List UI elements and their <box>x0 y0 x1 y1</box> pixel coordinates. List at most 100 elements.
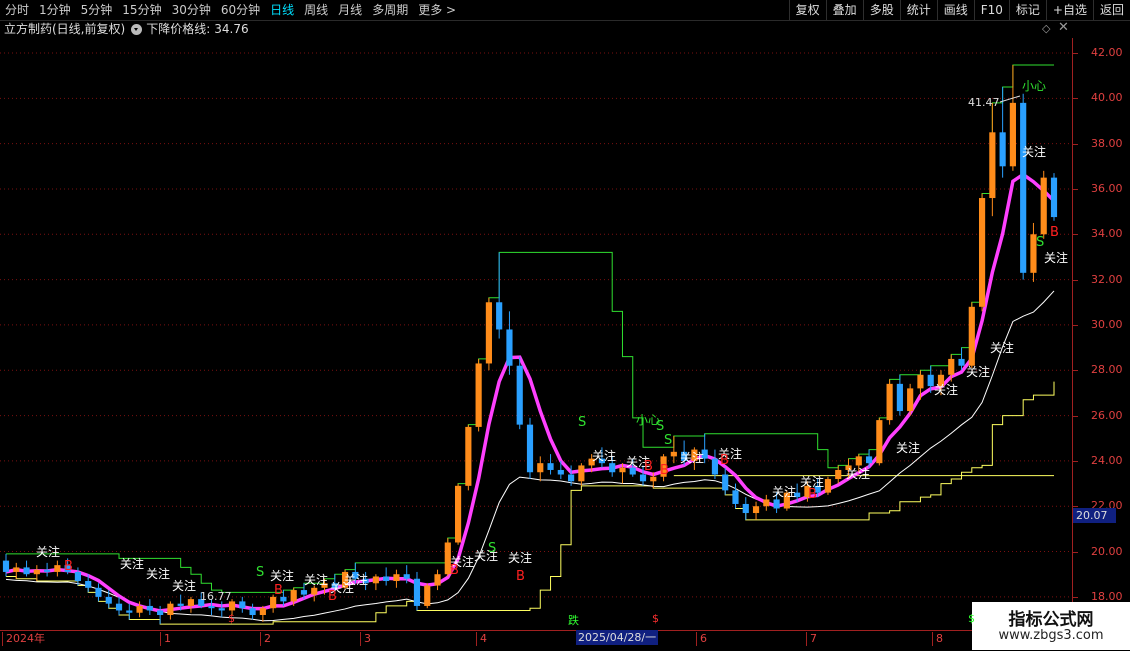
candle-body <box>1050 177 1058 218</box>
tool-button-8[interactable]: 返回 <box>1092 0 1130 20</box>
period-tab-8[interactable]: 月线 <box>333 0 367 20</box>
period-tab-3[interactable]: 15分钟 <box>117 0 166 20</box>
candle-body <box>763 499 770 507</box>
candle-body <box>95 587 102 597</box>
candle-body <box>865 456 873 464</box>
candle-body <box>434 574 441 586</box>
tool-button-5[interactable]: F10 <box>973 0 1009 20</box>
candle-body <box>968 306 975 366</box>
price-tick-mark <box>1073 188 1078 190</box>
period-tab-9[interactable]: 多周期 <box>367 0 413 20</box>
price-axis: 42.00 40.00 38.00 36.00 34.00 32.00 30.00 28.00… <box>1072 38 1130 630</box>
candle-body <box>290 590 297 602</box>
candle-body <box>44 569 51 572</box>
candle-body <box>146 605 153 611</box>
period-tab-7[interactable]: 周线 <box>299 0 333 20</box>
period-tab-1[interactable]: 1分钟 <box>34 0 76 20</box>
candle-body <box>177 603 184 606</box>
candle-body <box>33 569 40 575</box>
candle-body <box>259 608 266 615</box>
watch-label: 关注 <box>896 440 920 455</box>
candle-body <box>475 363 482 427</box>
candle-body <box>526 424 534 473</box>
candle-body <box>157 610 164 615</box>
watch-label: 关注 <box>966 364 990 379</box>
price-tick-mark <box>1073 98 1078 100</box>
dropdown-icon[interactable] <box>131 23 143 35</box>
candle-body <box>516 365 523 425</box>
candle-body <box>115 603 123 611</box>
candle-body <box>208 605 215 609</box>
price-tick-mark <box>1073 279 1078 281</box>
price-tick-label: 30.00 <box>1091 317 1123 331</box>
candle-body <box>886 383 893 421</box>
watermark-url: www.zbgs3.com <box>998 628 1104 643</box>
sell-signal: S <box>256 565 264 580</box>
period-tab-0[interactable]: 分时 <box>0 0 34 20</box>
watch-label: 关注 <box>1022 144 1046 159</box>
period-tab-5[interactable]: 60分钟 <box>216 0 265 20</box>
date-tick-label: 3 <box>360 632 371 646</box>
tool-button-6[interactable]: 标记 <box>1008 0 1046 20</box>
date-tick-label: 1 <box>160 632 171 646</box>
watch-label: 关注 <box>508 550 532 565</box>
diamond-icon[interactable]: ◇ <box>1042 22 1050 35</box>
indicator-label: 下降价格线: <box>146 22 211 36</box>
date-tick-label: 2024年 <box>2 632 45 646</box>
candle-body <box>413 578 421 606</box>
watch-label: 关注 <box>120 556 144 571</box>
watch-label: 关注 <box>172 578 196 593</box>
signal-marker: $ <box>652 612 659 625</box>
candle-body <box>896 383 903 412</box>
candle-body <box>742 503 749 514</box>
candle-body <box>989 132 996 199</box>
candle-body <box>23 567 30 575</box>
watch-label: 关注 <box>772 484 796 499</box>
tool-button-0[interactable]: 复权 <box>788 0 826 20</box>
period-tab-4[interactable]: 30分钟 <box>167 0 216 20</box>
candle-body <box>239 601 246 609</box>
candle-body <box>639 474 647 482</box>
candle-body <box>917 374 924 389</box>
cursor-date-label: 2025/04/28/一 <box>576 630 659 645</box>
buy-signal: B <box>660 463 669 478</box>
price-tick-mark <box>1073 370 1078 372</box>
price-tick-mark <box>1073 53 1078 54</box>
period-tab-6[interactable]: 日线 <box>265 0 299 20</box>
tool-button-4[interactable]: 画线 <box>936 0 974 20</box>
watch-label: 关注 <box>592 448 616 463</box>
candle-body <box>2 560 10 572</box>
candle-body <box>167 603 174 615</box>
candle-body <box>85 581 92 588</box>
price-tick-mark <box>1073 551 1078 553</box>
buy-signal: B <box>328 589 337 604</box>
watch-label: 关注 <box>1044 250 1068 265</box>
candle-body <box>372 576 379 584</box>
tool-button-3[interactable]: 统计 <box>899 0 937 20</box>
candle-body <box>105 596 112 604</box>
tool-button-7[interactable]: +自选 <box>1045 0 1093 20</box>
tool-button-1[interactable]: 叠加 <box>825 0 863 20</box>
buy-signal: B <box>274 583 283 598</box>
period-toolbar: 分时 1分钟 5分钟 15分钟 30分钟 60分钟 日线 周线 月线 多周期 更多 > 复权 叠加 多股… <box>0 0 1130 21</box>
candle-body <box>13 567 20 572</box>
candlestick-chart[interactable]: 41.4716.77小心小心关注关注关注关注关注 关注关注关注关注 关注 关注关注 关注… <box>0 38 1072 630</box>
candle-body <box>958 358 965 366</box>
candle-body <box>732 490 739 504</box>
watch-label: 关注 <box>680 450 704 465</box>
candle-body <box>270 596 277 609</box>
tool-button-2[interactable]: 多股 <box>862 0 900 20</box>
buy-signal: B <box>644 459 653 474</box>
period-tab-2[interactable]: 5分钟 <box>76 0 118 20</box>
period-tab-10[interactable]: 更多 > <box>413 0 461 20</box>
candle-body <box>722 474 729 491</box>
candle-body <box>136 605 143 613</box>
price-tick-mark <box>1073 415 1078 417</box>
watch-label: 关注 <box>146 566 170 581</box>
sell-signal: S <box>656 419 664 434</box>
signal-marker: $ <box>968 612 975 625</box>
candle-body <box>907 388 914 412</box>
close-icon[interactable]: ✕ <box>1058 20 1069 35</box>
caution-label: 小心 <box>1022 79 1046 93</box>
sell-signal: S <box>664 433 672 448</box>
